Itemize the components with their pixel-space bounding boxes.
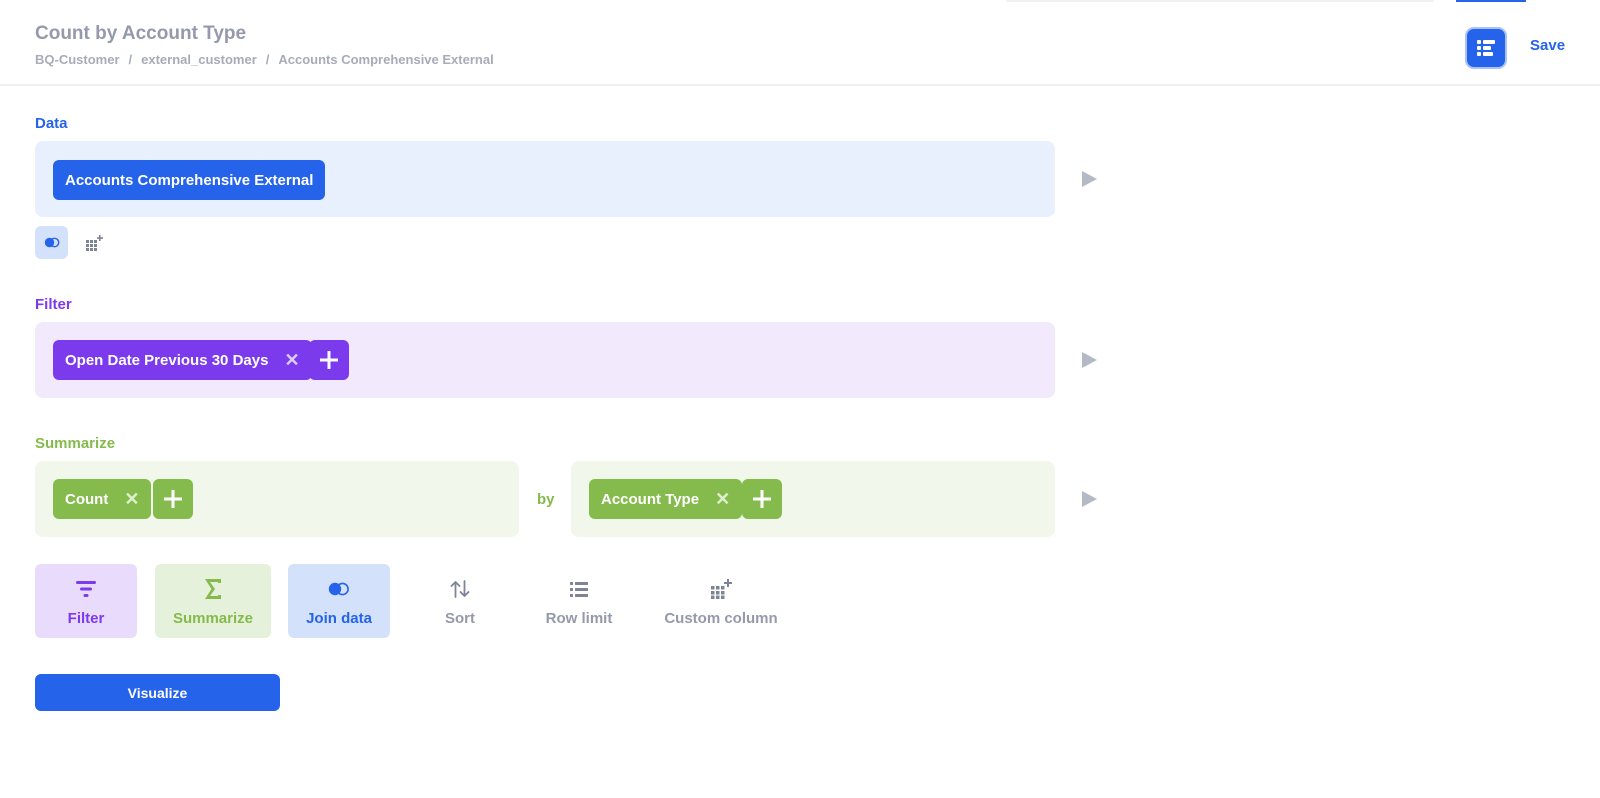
summarize-metrics-box: Count ✕ [35,461,519,537]
page-title: Count by Account Type [35,23,247,44]
join-data-mini-button[interactable] [35,226,68,259]
data-step-preview-button[interactable] [1082,171,1097,187]
summarize-step-label: Summarize [35,435,116,452]
data-source-label: Accounts Comprehensive External [65,171,314,189]
summarize-breakout-box: Account Type ✕ [571,461,1055,537]
join-data-action-button[interactable]: Join data [288,564,390,638]
filter-step-box: Open Date Previous 30 Days ✕ [35,322,1055,398]
breadcrumb-separator: / [265,52,270,67]
breakout-pill[interactable]: Account Type ✕ [589,479,743,519]
summarize-step-preview-button[interactable] [1082,491,1097,507]
plus-icon [320,351,338,369]
custom-column-action-label: Custom column [664,610,778,627]
metric-pill[interactable]: Count ✕ [53,479,152,519]
plus-icon [753,490,771,508]
breadcrumb-database[interactable]: BQ-Customer [35,52,120,67]
visualize-button[interactable]: Visualize [35,674,280,711]
remove-filter-icon[interactable]: ✕ [284,351,299,369]
notebook-toggle-button[interactable] [1467,29,1505,67]
custom-column-icon [85,234,103,251]
breakout-pill-label: Account Type [601,490,700,508]
join-data-action-label: Join data [306,610,372,627]
row-limit-action-button[interactable]: Row limit [535,564,623,638]
filter-pill[interactable]: Open Date Previous 30 Days ✕ [53,340,312,380]
sort-icon [450,580,470,598]
custom-column-action-button[interactable]: Custom column [660,564,782,638]
breadcrumb-table[interactable]: Accounts Comprehensive External [278,52,493,67]
data-step-label: Data [35,115,68,132]
add-filter-button[interactable] [309,340,349,380]
list-icon [570,581,588,597]
join-icon [44,237,59,248]
by-label: by [537,491,555,508]
remove-breakout-icon[interactable]: ✕ [715,490,730,508]
remove-metric-icon[interactable]: ✕ [124,490,139,508]
filter-step-preview-button[interactable] [1082,352,1097,368]
breadcrumb-separator: / [128,52,133,67]
filter-action-label: Filter [67,610,105,627]
breadcrumb: BQ-Customer / external_customer / Accoun… [35,52,494,67]
filter-pill-label: Open Date Previous 30 Days [65,351,269,369]
custom-column-icon [711,579,732,599]
sigma-icon [205,579,221,599]
filter-action-button[interactable]: Filter [35,564,137,638]
save-button[interactable]: Save [1530,37,1565,54]
summarize-action-button[interactable]: Summarize [155,564,271,638]
breadcrumb-schema[interactable]: external_customer [141,52,257,67]
data-source-pill[interactable]: Accounts Comprehensive External [53,160,326,200]
join-icon [328,582,349,596]
notebook-list-icon [1477,40,1495,56]
sort-action-button[interactable]: Sort [430,564,490,638]
custom-column-mini-button[interactable] [77,226,110,259]
add-breakout-button[interactable] [742,479,782,519]
plus-icon [164,490,182,508]
metric-pill-label: Count [65,490,109,508]
summarize-action-label: Summarize [172,610,254,627]
data-step-box: Accounts Comprehensive External [35,141,1055,217]
add-metric-button[interactable] [153,479,193,519]
header: Count by Account Type BQ-Customer / exte… [0,0,1600,86]
filter-icon [76,581,96,597]
sort-action-label: Sort [445,610,475,627]
filter-step-label: Filter [35,296,72,313]
row-limit-action-label: Row limit [545,610,613,627]
